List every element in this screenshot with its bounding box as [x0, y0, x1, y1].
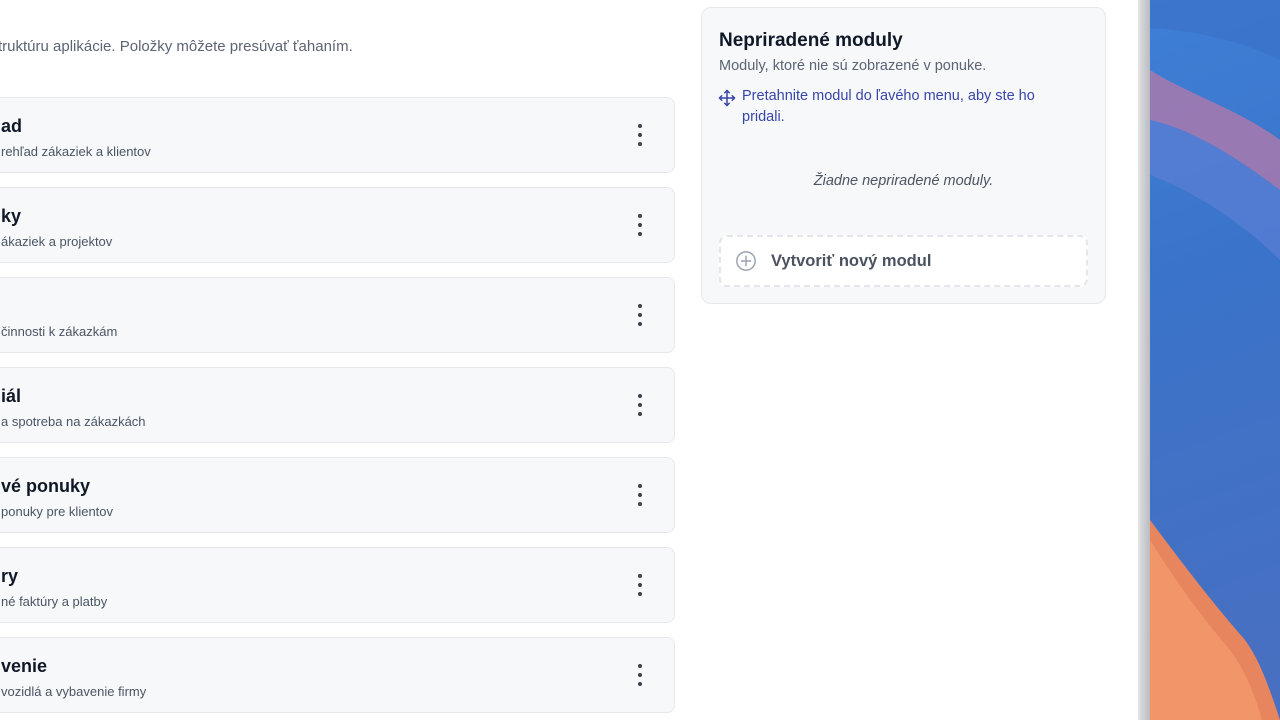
- drag-hint-text: Pretahnite modul do ľavého menu, aby ste…: [742, 86, 1035, 128]
- module-description: vozidlá a vybavenie firmy: [1, 684, 147, 699]
- module-card[interactable]: ry né faktúry a platby: [0, 547, 675, 623]
- module-card[interactable]: ad rehľad zákaziek a klientov: [0, 97, 675, 173]
- module-card[interactable]: vé ponuky ponuky pre klientov: [0, 457, 675, 533]
- page-description: truktúru aplikácie. Položky môžete presú…: [0, 38, 353, 55]
- more-vertical-icon[interactable]: [632, 394, 648, 416]
- module-name: ry: [1, 566, 19, 586]
- more-vertical-icon[interactable]: [632, 124, 648, 146]
- desktop-wallpaper: [1150, 0, 1280, 720]
- create-module-label: Vytvoriť nový modul: [771, 251, 932, 270]
- module-card[interactable]: ky ákaziek a projektov: [0, 187, 675, 263]
- empty-state-text: Žiadne nepriradené moduly.: [813, 173, 994, 189]
- module-name: vé ponuky: [1, 476, 91, 496]
- module-description: ákaziek a projektov: [1, 234, 113, 249]
- wallpaper-art: [1150, 0, 1280, 720]
- module-description: rehľad zákaziek a klientov: [1, 144, 151, 159]
- module-description: ponuky pre klientov: [1, 504, 114, 519]
- panel-subtitle: Moduly, ktoré nie sú zobrazené v ponuke.: [719, 58, 987, 74]
- module-card[interactable]: iál a spotreba na zákazkách: [0, 367, 675, 443]
- create-module-button[interactable]: Vytvoriť nový modul: [719, 235, 1088, 287]
- module-card[interactable]: venie vozidlá a vybavenie firmy: [0, 637, 675, 713]
- panel-title: Nepriradené moduly: [719, 30, 903, 51]
- module-card[interactable]: činnosti k zákazkám: [0, 277, 675, 353]
- more-vertical-icon[interactable]: [632, 214, 648, 236]
- module-list: ad rehľad zákaziek a klientov ky ákaziek…: [0, 97, 675, 720]
- app-window: truktúru aplikácie. Položky môžete presú…: [0, 0, 1138, 720]
- unassigned-modules-panel: Nepriradené moduly Moduly, ktoré nie sú …: [701, 7, 1106, 304]
- more-vertical-icon[interactable]: [632, 304, 648, 326]
- drag-hint-line: Pretahnite modul do ľavého menu, aby ste…: [742, 88, 1035, 104]
- module-description: né faktúry a platby: [1, 594, 108, 609]
- module-name: ky: [1, 206, 22, 226]
- more-vertical-icon[interactable]: [632, 664, 648, 686]
- more-vertical-icon[interactable]: [632, 574, 648, 596]
- move-icon: [718, 89, 736, 107]
- module-description: činnosti k zákazkám: [1, 324, 118, 339]
- drag-hint-line: pridali.: [742, 109, 785, 125]
- module-name: ad: [1, 116, 23, 136]
- window-edge: [1138, 0, 1150, 720]
- plus-circle-icon: [736, 251, 756, 271]
- more-vertical-icon[interactable]: [632, 484, 648, 506]
- module-name: iál: [1, 386, 22, 406]
- module-description: a spotreba na zákazkách: [1, 414, 146, 429]
- drag-hint: Pretahnite modul do ľavého menu, aby ste…: [718, 86, 1078, 128]
- module-name: venie: [1, 656, 48, 676]
